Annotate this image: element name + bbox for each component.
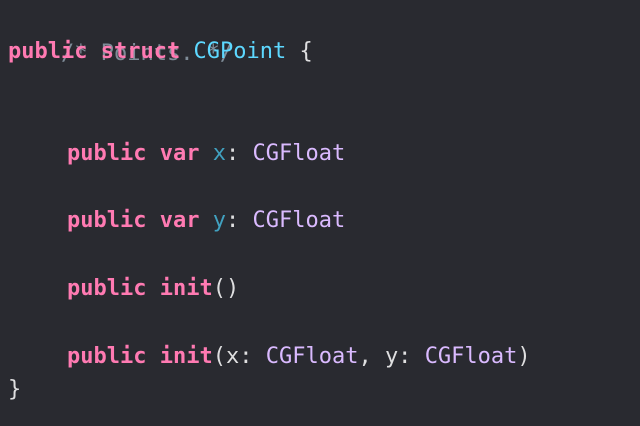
code-line-var-y: public var y: CGFloat [67,204,345,238]
open-brace: { [299,39,313,64]
keyword-init: init [159,276,213,301]
colon: : [225,208,240,233]
code-line-struct-declaration: public struct CGPoint { [8,35,313,69]
code-line-var-x: public var x: CGFloat [67,137,345,171]
property-name-y: y [212,208,226,233]
code-line-init-empty: public init() [67,272,239,306]
keyword-public: public [67,276,147,301]
parentheses: () [212,276,240,301]
code-line-comment: /* Points. */ [8,3,233,66]
close-paren: ) [517,344,531,369]
keyword-public: public [8,39,88,64]
code-line-init-xy: public init(x: CGFloat, y: CGFloat) [67,340,531,374]
open-paren: ( [212,344,226,369]
close-brace: } [8,377,22,402]
param-separator: , [358,344,385,369]
keyword-init: init [159,344,213,369]
param-label-y: y: [384,344,425,369]
colon: : [225,141,240,166]
keyword-var: var [159,208,200,233]
struct-name: CGPoint [193,39,287,64]
type-reference: CGFloat [252,141,346,166]
code-line-close-brace: } [8,373,21,407]
keyword-public: public [67,141,147,166]
code-editor[interactable]: /* Points. */ public struct CGPoint { pu… [0,0,640,426]
param-type-y: CGFloat [424,344,518,369]
param-type-x: CGFloat [265,344,359,369]
param-label-x: x: [225,344,266,369]
keyword-struct: struct [100,39,181,64]
type-reference: CGFloat [252,208,346,233]
property-name-x: x [212,141,226,166]
keyword-var: var [159,141,200,166]
keyword-public: public [67,344,147,369]
keyword-public: public [67,208,147,233]
